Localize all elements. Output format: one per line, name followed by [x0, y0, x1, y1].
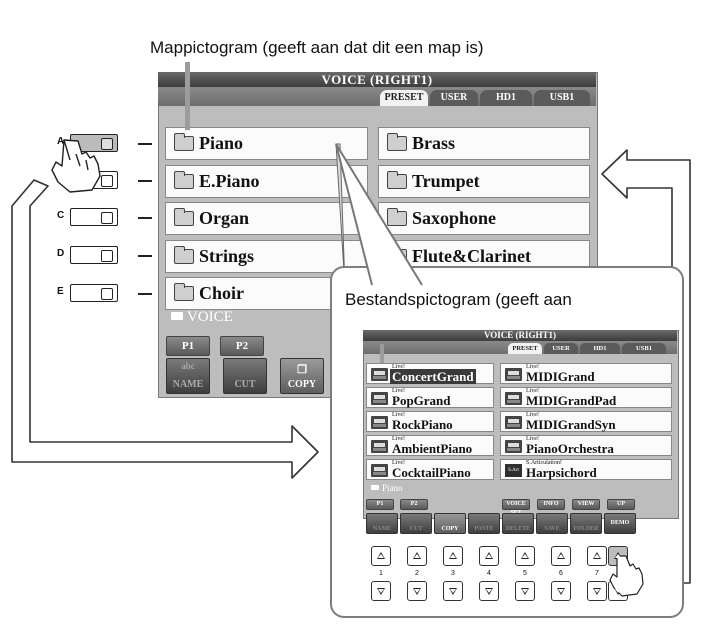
pointing-hand-icon	[51, 139, 101, 193]
hand-icons	[51, 139, 644, 597]
